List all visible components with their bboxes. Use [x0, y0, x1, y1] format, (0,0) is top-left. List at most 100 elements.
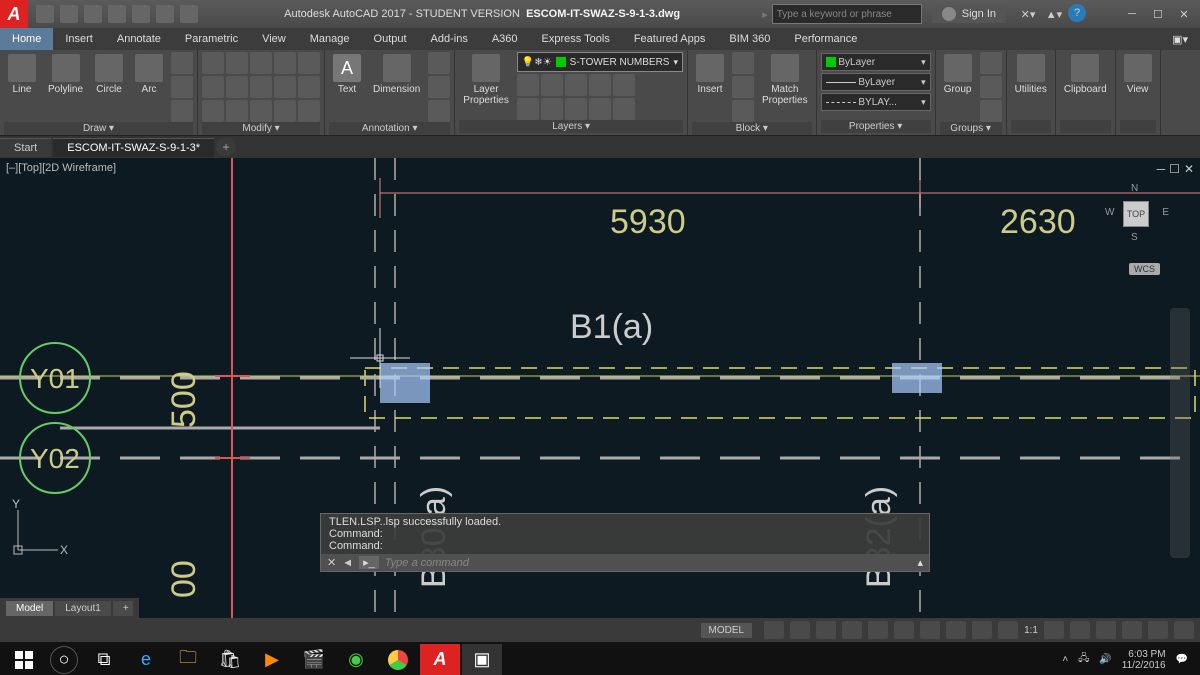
- copy-button[interactable]: [202, 76, 224, 98]
- close-button[interactable]: ✕: [1172, 4, 1196, 24]
- taskbar-idm[interactable]: ◉: [336, 644, 376, 675]
- workspace-button[interactable]: [1044, 621, 1064, 639]
- app-icon[interactable]: A: [0, 0, 28, 28]
- anno-monitor[interactable]: [1070, 621, 1090, 639]
- anno-extra[interactable]: [428, 100, 450, 122]
- offset-button[interactable]: [274, 100, 296, 122]
- layer-unlock-button[interactable]: [589, 98, 611, 120]
- minimize-button[interactable]: ─: [1120, 4, 1144, 24]
- viewport-maximize-icon[interactable]: ☐: [1169, 162, 1180, 176]
- help-icon[interactable]: ?: [1068, 4, 1086, 22]
- tab-current-file[interactable]: ESCOM-IT-SWAZ-S-9-1-3*: [53, 138, 214, 157]
- lineweight-dropdown[interactable]: ByLayer▾: [821, 73, 931, 91]
- dimension-button[interactable]: Dimension: [369, 52, 424, 97]
- qat-open-icon[interactable]: [60, 5, 78, 23]
- ungroup-button[interactable]: [980, 52, 1002, 74]
- wcs-badge[interactable]: WCS: [1129, 263, 1160, 275]
- taskbar-edge[interactable]: e: [126, 644, 166, 675]
- exchange-icon[interactable]: ✕▾: [1016, 4, 1040, 24]
- otrack-toggle[interactable]: [894, 621, 914, 639]
- command-input[interactable]: Type a command: [385, 557, 469, 569]
- layer-thaw-button[interactable]: [565, 98, 587, 120]
- panel-properties-title[interactable]: Properties ▾: [821, 120, 931, 133]
- tab-addins[interactable]: Add-ins: [419, 28, 480, 50]
- layout-model[interactable]: Model: [6, 601, 53, 616]
- tab-a360[interactable]: A360: [480, 28, 530, 50]
- rotate-button[interactable]: [226, 52, 248, 74]
- panel-annotation-title[interactable]: Annotation ▾: [329, 122, 450, 135]
- qat-undo-icon[interactable]: [156, 5, 174, 23]
- circle-button[interactable]: Circle: [91, 52, 127, 97]
- layer-on-button[interactable]: [517, 98, 539, 120]
- ortho-toggle[interactable]: [816, 621, 836, 639]
- isolate-button[interactable]: [1096, 621, 1116, 639]
- viewport-close-icon[interactable]: ✕: [1184, 162, 1194, 176]
- draw-extra-1[interactable]: [171, 52, 193, 74]
- chamfer-button[interactable]: [274, 76, 296, 98]
- panel-groups-title[interactable]: Groups ▾: [940, 122, 1002, 135]
- taskbar-store[interactable]: 🛍: [210, 644, 250, 675]
- taskbar-autocad[interactable]: A: [420, 644, 460, 675]
- layer-properties-button[interactable]: Layer Properties: [459, 52, 513, 108]
- group-bbox-button[interactable]: [980, 100, 1002, 122]
- tray-clock[interactable]: 6:03 PM11/2/2016: [1122, 649, 1166, 671]
- tray-expand-icon[interactable]: ˄: [1062, 654, 1068, 665]
- taskbar-explorer[interactable]: 🗀: [168, 644, 208, 675]
- line-button[interactable]: Line: [4, 52, 40, 97]
- transparency-toggle[interactable]: [946, 621, 966, 639]
- tab-view[interactable]: View: [250, 28, 298, 50]
- help-search-input[interactable]: Type a keyword or phrase: [772, 4, 922, 24]
- fillet-button[interactable]: [250, 76, 272, 98]
- tray-network-icon[interactable]: 🖧: [1078, 651, 1089, 668]
- customize-button[interactable]: [1174, 621, 1194, 639]
- explode-button[interactable]: [298, 76, 320, 98]
- color-dropdown[interactable]: ByLayer▾: [821, 53, 931, 71]
- command-close-icon[interactable]: ✕: [327, 556, 336, 569]
- layer-freeze-button[interactable]: [565, 74, 587, 96]
- tray-volume-icon[interactable]: 🔊: [1099, 654, 1111, 665]
- tab-insert[interactable]: Insert: [53, 28, 105, 50]
- leader-button[interactable]: [428, 52, 450, 74]
- qat-new-icon[interactable]: [36, 5, 54, 23]
- taskbar-chrome[interactable]: [378, 644, 418, 675]
- maximize-button[interactable]: ☐: [1146, 4, 1170, 24]
- osnap-toggle[interactable]: [868, 621, 888, 639]
- arc-button[interactable]: Arc: [131, 52, 167, 97]
- group-edit-button[interactable]: [980, 76, 1002, 98]
- draw-extra-2[interactable]: [171, 76, 193, 98]
- stretch-button[interactable]: [202, 100, 224, 122]
- command-window[interactable]: TLEN.LSP..lsp successfully loaded.Comman…: [320, 513, 930, 572]
- layer-dropdown[interactable]: 💡❄☀S-TOWER NUMBERS▾: [517, 52, 683, 72]
- viewcube[interactable]: N S W E TOP: [1105, 183, 1165, 243]
- create-block-button[interactable]: [732, 52, 754, 74]
- layer-match-button[interactable]: [613, 98, 635, 120]
- edit-attr-button[interactable]: [732, 100, 754, 122]
- view-button[interactable]: View: [1120, 52, 1156, 97]
- ucs-icon[interactable]: XY: [10, 498, 70, 558]
- command-recent-icon[interactable]: ◄: [342, 557, 353, 569]
- extend-button[interactable]: [274, 52, 296, 74]
- tab-express[interactable]: Express Tools: [530, 28, 622, 50]
- panel-layers-title[interactable]: Layers ▾: [459, 120, 683, 133]
- array-button[interactable]: [250, 100, 272, 122]
- edit-block-button[interactable]: [732, 76, 754, 98]
- qat-save-icon[interactable]: [84, 5, 102, 23]
- cycling-toggle[interactable]: [972, 621, 992, 639]
- cortana-button[interactable]: ○: [50, 646, 78, 674]
- navigation-bar[interactable]: [1170, 308, 1190, 558]
- start-button[interactable]: [4, 644, 44, 675]
- tab-annotate[interactable]: Annotate: [105, 28, 173, 50]
- qat-saveas-icon[interactable]: [108, 5, 126, 23]
- viewcube-face[interactable]: TOP: [1123, 201, 1149, 227]
- taskbar-movies[interactable]: 🎬: [294, 644, 334, 675]
- layer-off-button[interactable]: [517, 74, 539, 96]
- anno-scale-toggle[interactable]: [998, 621, 1018, 639]
- tab-parametric[interactable]: Parametric: [173, 28, 250, 50]
- tab-home[interactable]: Home: [0, 28, 53, 50]
- tab-featured[interactable]: Featured Apps: [622, 28, 718, 50]
- layout-layout1[interactable]: Layout1: [55, 601, 111, 616]
- viewport-minimize-icon[interactable]: ─: [1157, 162, 1166, 176]
- tray-notifications-icon[interactable]: 💬: [1176, 654, 1188, 665]
- signin-button[interactable]: Sign In: [932, 5, 1006, 23]
- qat-plot-icon[interactable]: [132, 5, 150, 23]
